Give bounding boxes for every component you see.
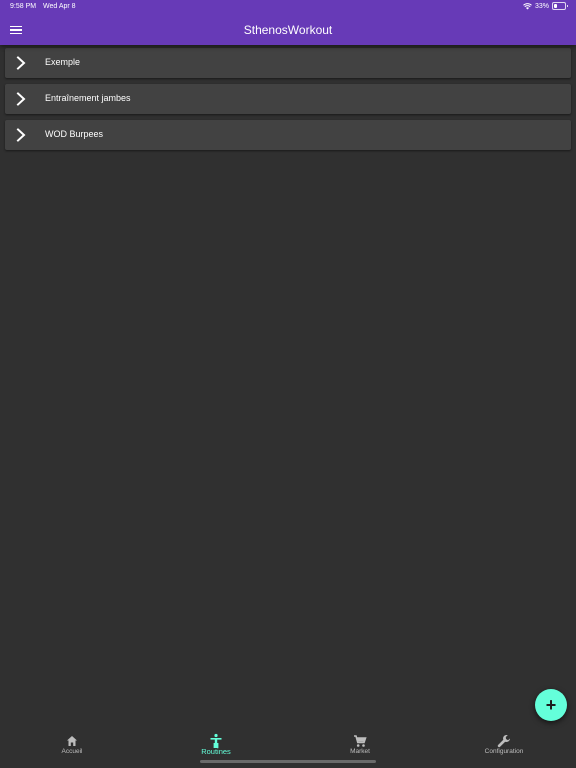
tab-configuration[interactable]: Configuration [432,728,576,768]
tab-accueil[interactable]: Accueil [0,728,144,768]
chevron-right-icon [16,128,26,142]
home-icon [67,736,77,746]
page-title: SthenosWorkout [243,23,333,37]
tab-label: Accueil [61,748,83,755]
routine-item[interactable]: Entraînement jambes [5,84,571,114]
status-right: 33% [523,2,568,10]
status-time: 9:58 PM [10,3,37,10]
routine-label: Exemple [45,57,81,67]
chevron-right-icon [16,56,26,70]
battery-percent: 33% [534,2,549,10]
battery-icon [552,2,568,10]
tab-label: Market [350,748,370,755]
shopping-cart-icon [354,735,367,747]
routine-label: Entraînement jambes [45,93,131,103]
add-icon: + [545,695,557,715]
wrench-icon [497,735,510,748]
routine-item[interactable]: WOD Burpees [5,120,571,150]
routine-list: Exemple Entraînement jambes WOD Burpees [5,48,571,156]
tab-label: Routines [201,747,231,756]
status-date: Wed Apr 8 [43,3,76,10]
tab-label: Configuration [484,748,524,755]
routine-label: WOD Burpees [45,129,104,139]
app-bar: 9:58 PM Wed Apr 8 33% SthenosWorkout [0,0,576,45]
add-routine-button[interactable]: + [535,689,567,721]
routine-item[interactable]: Exemple [5,48,571,78]
status-bar: 9:58 PM Wed Apr 8 33% [0,0,576,14]
chevron-right-icon [16,92,26,106]
home-indicator [200,760,376,763]
wifi-icon [523,2,532,9]
